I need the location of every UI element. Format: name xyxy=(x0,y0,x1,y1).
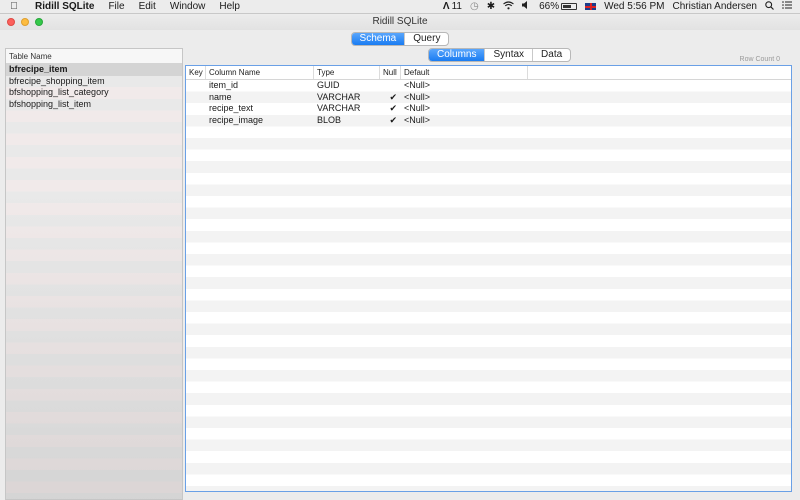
volume-icon[interactable] xyxy=(522,1,531,12)
status-area: Λ 11 ◷ ✱ 66% Wed 5:56 PM Christian Ander… xyxy=(443,0,800,13)
zoom-button[interactable] xyxy=(35,18,43,26)
app-window: Ridill SQLite Schema Query Table Name bf… xyxy=(0,14,800,500)
header-key[interactable]: Key xyxy=(186,66,206,79)
time-machine-icon[interactable]: ◷ xyxy=(470,1,479,12)
table-row[interactable]: item_id GUID <Null> xyxy=(186,80,791,92)
spotlight-icon[interactable] xyxy=(765,0,774,13)
menu-help[interactable]: Help xyxy=(212,1,247,12)
cell-key xyxy=(186,80,206,92)
header-filler xyxy=(528,66,791,79)
tab-syntax[interactable]: Syntax xyxy=(485,49,534,61)
toolbar: Schema Query xyxy=(0,30,800,48)
battery-status[interactable]: 66% xyxy=(539,1,578,12)
header-column-name[interactable]: Column Name xyxy=(206,66,314,79)
cell-column-name: name xyxy=(209,91,232,102)
table-row[interactable]: name VARCHAR ✔ <Null> xyxy=(186,92,791,104)
cell-column-name: recipe_text xyxy=(209,103,254,114)
detail-panel: Columns Syntax Data Row Count 0 Key Colu… xyxy=(185,48,792,500)
cell-default: <Null> xyxy=(404,103,431,114)
table-row[interactable]: recipe_text VARCHAR ✔ <Null> xyxy=(186,103,791,115)
tab-schema[interactable]: Schema xyxy=(351,33,406,45)
apple-menu-icon[interactable]:  xyxy=(0,1,28,12)
notification-center-icon[interactable] xyxy=(782,1,792,12)
close-button[interactable] xyxy=(7,18,15,26)
title-bar: Ridill SQLite xyxy=(0,14,800,30)
cell-column-name: recipe_image xyxy=(209,114,264,125)
table-row[interactable]: recipe_image BLOB ✔ <Null> xyxy=(186,115,791,127)
tab-query[interactable]: Query xyxy=(405,33,448,45)
uk-flag-icon[interactable] xyxy=(585,3,597,10)
clock[interactable]: Wed 5:56 PM xyxy=(604,1,664,12)
header-default[interactable]: Default xyxy=(401,66,528,79)
table-row[interactable]: bfshopping_list_category xyxy=(6,87,182,99)
menu-file[interactable]: File xyxy=(101,1,131,12)
battery-fill xyxy=(563,5,571,8)
cell-default: <Null> xyxy=(404,80,431,90)
cell-key xyxy=(186,115,206,127)
cell-key xyxy=(186,103,206,115)
table-list: Table Name bfrecipe_item bfrecipe_shoppi… xyxy=(5,48,183,500)
table-row[interactable]: bfrecipe_shopping_item xyxy=(6,76,182,88)
cell-column-name: item_id xyxy=(209,80,239,90)
window-controls xyxy=(7,18,43,26)
table-row[interactable]: bfrecipe_item xyxy=(6,64,182,76)
wifi-icon[interactable] xyxy=(503,0,514,13)
cell-type: VARCHAR xyxy=(317,103,361,114)
cell-null: ✔ xyxy=(389,114,397,125)
adobe-status[interactable]: Λ 11 xyxy=(443,1,462,12)
battery-percent: 66% xyxy=(539,1,560,12)
view-mode-segmented-control: Schema Query xyxy=(350,32,450,46)
minimize-button[interactable] xyxy=(21,18,29,26)
row-count: Row Count 0 xyxy=(739,56,780,63)
menu-window[interactable]: Window xyxy=(163,1,213,12)
cell-null: ✔ xyxy=(389,91,397,102)
cell-type: BLOB xyxy=(317,114,342,125)
table-row[interactable]: bfshopping_list_item xyxy=(6,99,182,111)
columns-grid: Key Column Name Type Null Default item_i… xyxy=(185,65,792,492)
grid-header: Key Column Name Type Null Default xyxy=(186,66,791,80)
header-type[interactable]: Type xyxy=(314,66,380,79)
cell-null xyxy=(380,80,401,92)
adobe-icon: Λ xyxy=(442,1,450,12)
window-title: Ridill SQLite xyxy=(372,16,428,27)
cell-null: ✔ xyxy=(389,103,397,114)
user-name[interactable]: Christian Andersen xyxy=(673,1,758,12)
bluetooth-icon[interactable]: ✱ xyxy=(487,1,495,12)
detail-tabs: Columns Syntax Data xyxy=(428,48,572,62)
battery-icon xyxy=(561,3,578,10)
menu-edit[interactable]: Edit xyxy=(132,1,163,12)
grid-body: item_id GUID <Null> name VARCHAR ✔ <Null… xyxy=(186,80,791,491)
header-null[interactable]: Null xyxy=(380,66,401,79)
tab-columns[interactable]: Columns xyxy=(429,49,486,61)
menu-bar:  Ridill SQLite File Edit Window Help Λ … xyxy=(0,0,800,14)
table-list-header[interactable]: Table Name xyxy=(6,49,182,64)
cell-key xyxy=(186,92,206,104)
cell-default: <Null> xyxy=(404,114,431,125)
detail-segmented-control: Columns Syntax Data xyxy=(428,48,572,62)
cell-type: GUID xyxy=(317,80,340,90)
adobe-count: 11 xyxy=(451,1,462,12)
app-menu[interactable]: Ridill SQLite xyxy=(28,1,101,12)
tab-data[interactable]: Data xyxy=(533,49,570,61)
table-list-rows: bfrecipe_item bfrecipe_shopping_item bfs… xyxy=(6,64,182,499)
cell-type: VARCHAR xyxy=(317,91,361,102)
cell-default: <Null> xyxy=(404,91,431,102)
